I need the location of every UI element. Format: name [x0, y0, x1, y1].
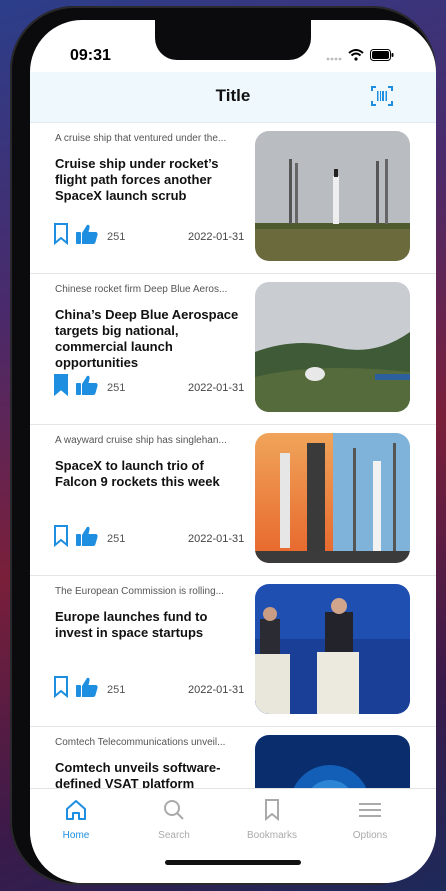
- bookmark-icon[interactable]: [53, 525, 69, 552]
- article-date: 2022-01-31: [188, 231, 245, 243]
- article-headline[interactable]: Cruise ship under rocket’s flight path f…: [55, 156, 245, 204]
- thumbs-up-icon[interactable]: [75, 525, 99, 552]
- bookmark-filled-icon[interactable]: [53, 374, 69, 401]
- article-thumbnail[interactable]: [255, 433, 410, 563]
- status-icons: [326, 48, 394, 66]
- article-row[interactable]: A cruise ship that ventured under the...…: [30, 123, 436, 274]
- app-screen: 09:31 Title A cruise ship that ventured …: [30, 20, 436, 883]
- home-icon: [64, 800, 88, 825]
- article-headline[interactable]: SpaceX to launch trio of Falcon 9 rocket…: [55, 458, 245, 490]
- search-icon: [163, 800, 185, 825]
- status-time: 09:31: [70, 47, 111, 64]
- battery-icon: [370, 48, 394, 66]
- article-date: 2022-01-31: [188, 684, 245, 696]
- article-thumbnail[interactable]: [255, 584, 410, 714]
- article-date: 2022-01-31: [188, 382, 245, 394]
- article-teaser: A wayward cruise ship has singlehan...: [55, 435, 227, 446]
- article-row[interactable]: Comtech Telecommunications unveil... Com…: [30, 727, 436, 788]
- article-row[interactable]: Chinese rocket firm Deep Blue Aeros... C…: [30, 274, 436, 425]
- article-date: 2022-01-31: [188, 533, 245, 545]
- tab-home-label: Home: [62, 830, 90, 841]
- wifi-icon: [348, 48, 364, 66]
- bookmark-icon[interactable]: [53, 676, 69, 703]
- article-teaser: Comtech Telecommunications unveil...: [55, 737, 226, 748]
- tab-bar: Home Search Bookmarks Options: [30, 788, 436, 883]
- navigation-bar: Title: [30, 72, 436, 123]
- signal-icon: [326, 48, 342, 66]
- home-indicator[interactable]: [165, 860, 301, 865]
- article-headline[interactable]: Comtech unveils software-defined VSAT pl…: [55, 760, 245, 788]
- article-teaser: Chinese rocket firm Deep Blue Aeros...: [55, 284, 228, 295]
- tab-options[interactable]: Options: [330, 799, 410, 841]
- tab-search-label: Search: [158, 830, 190, 841]
- bookmark-icon: [264, 799, 280, 825]
- article-thumbnail[interactable]: [255, 282, 410, 412]
- like-count: 251: [107, 532, 126, 545]
- article-headline[interactable]: China’s Deep Blue Aerospace targets big …: [55, 307, 245, 371]
- article-row[interactable]: A wayward cruise ship has singlehan... S…: [30, 425, 436, 576]
- thumbs-up-icon[interactable]: [75, 374, 99, 401]
- article-row[interactable]: The European Commission is rolling... Eu…: [30, 576, 436, 727]
- article-teaser: The European Commission is rolling...: [55, 586, 224, 597]
- like-count: 251: [107, 683, 126, 696]
- bookmark-icon[interactable]: [53, 223, 69, 250]
- menu-icon: [358, 803, 382, 825]
- like-count: 251: [107, 381, 126, 394]
- article-headline[interactable]: Europe launches fund to invest in space …: [55, 609, 245, 641]
- notch: [155, 20, 311, 60]
- barcode-scan-icon[interactable]: [370, 84, 394, 108]
- tab-bookmarks-label: Bookmarks: [246, 830, 297, 841]
- like-count: 251: [107, 230, 126, 243]
- article-list[interactable]: A cruise ship that ventured under the...…: [30, 123, 436, 788]
- tab-bookmarks[interactable]: Bookmarks: [232, 799, 312, 841]
- article-teaser: A cruise ship that ventured under the...: [55, 133, 227, 144]
- phone-frame: 09:31 Title A cruise ship that ventured …: [10, 6, 436, 885]
- article-thumbnail[interactable]: [255, 131, 410, 261]
- thumbs-up-icon[interactable]: [75, 676, 99, 703]
- thumbs-up-icon[interactable]: [75, 223, 99, 250]
- tab-search[interactable]: Search: [134, 799, 214, 841]
- tab-options-label: Options: [352, 830, 388, 841]
- tab-home[interactable]: Home: [36, 799, 116, 841]
- article-thumbnail[interactable]: [255, 735, 410, 788]
